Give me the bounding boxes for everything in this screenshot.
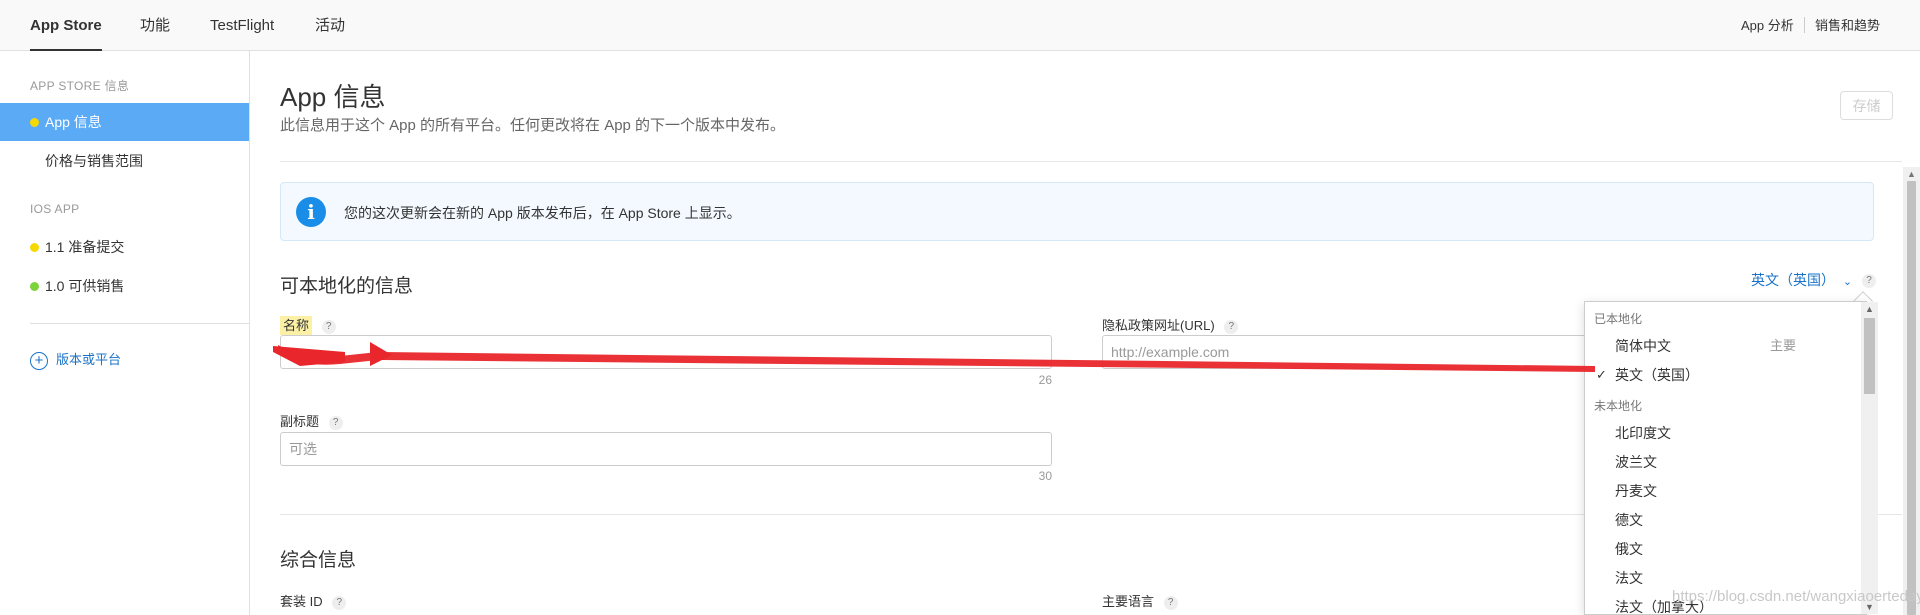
privacy-url-label-text: 隐私政策网址(URL) <box>1102 318 1215 333</box>
language-option-label: 德文 <box>1615 512 1643 528</box>
language-option-label: 丹麦文 <box>1615 483 1657 499</box>
subtitle-label: 副标题 ? <box>280 411 343 430</box>
sidebar-item-label: 1.0 可供销售 <box>45 278 125 294</box>
info-icon: i <box>296 197 326 227</box>
status-dot-icon <box>30 118 39 127</box>
primary-language-label-text: 主要语言 <box>1102 594 1155 609</box>
bundle-id-label-text: 套装 ID <box>280 594 323 609</box>
subtitle-field[interactable] <box>280 432 1052 466</box>
language-option[interactable]: 简体中文 主要 <box>1585 332 1850 360</box>
scrollbar-thumb[interactable] <box>1907 181 1916 615</box>
language-option-label: 简体中文 <box>1615 338 1671 354</box>
dropdown-group-localized: 已本地化 <box>1594 312 1643 326</box>
sidebar-item-app-info[interactable]: App 信息 <box>0 103 249 141</box>
language-option[interactable]: 德文 <box>1585 506 1850 534</box>
sidebar-section-ios-app: IOS APP <box>30 202 80 216</box>
name-label-text: 名称 <box>280 316 313 335</box>
add-version-label: 版本或平台 <box>56 352 122 367</box>
scroll-up-icon[interactable]: ▲ <box>1907 169 1916 179</box>
page-subtitle: 此信息用于这个 App 的所有平台。任何更改将在 App 的下一个版本中发布。 <box>280 117 786 134</box>
checkmark-icon: ✓ <box>1596 367 1607 382</box>
subtitle-label-text: 副标题 <box>280 414 320 429</box>
privacy-url-field[interactable] <box>1102 335 1600 369</box>
language-option-label: 俄文 <box>1615 541 1643 557</box>
sidebar-item-label: 价格与销售范围 <box>45 153 143 169</box>
language-option[interactable]: 丹麦文 <box>1585 477 1850 505</box>
sidebar-item-version-1-1[interactable]: 1.1 准备提交 <box>0 228 249 266</box>
sidebar-divider <box>30 323 249 324</box>
privacy-url-label: 隐私政策网址(URL) ? <box>1102 315 1239 334</box>
general-info-title: 综合信息 <box>280 550 357 571</box>
language-select-label: 英文（英国） <box>1751 272 1835 288</box>
localizable-section-title: 可本地化的信息 <box>280 276 414 297</box>
sales-trends-link[interactable]: 销售和趋势 <box>1815 0 1880 51</box>
sidebar-item-version-1-0[interactable]: 1.0 可供销售 <box>0 267 249 305</box>
help-icon[interactable]: ? <box>332 595 347 610</box>
language-option-label: 波兰文 <box>1615 454 1657 470</box>
status-dot-icon <box>30 282 39 291</box>
language-option[interactable]: 波兰文 <box>1585 448 1850 476</box>
help-icon[interactable]: ? <box>328 415 343 430</box>
help-icon[interactable]: ? <box>1224 319 1239 334</box>
sidebar-item-pricing[interactable]: 价格与销售范围 <box>0 142 249 180</box>
app-analytics-link[interactable]: App 分析 <box>1741 0 1794 51</box>
tab-app-store[interactable]: App Store <box>30 0 102 51</box>
tab-activity[interactable]: 活动 <box>315 0 345 51</box>
language-dropdown: 已本地化 简体中文 主要 ✓ 英文（英国） 未本地化 北印度文 波兰文 丹麦文 … <box>1584 301 1867 615</box>
help-icon[interactable]: ? <box>1163 595 1178 610</box>
info-banner: i 您的这次更新会在新的 App 版本发布后，在 App Store 上显示。 <box>280 182 1874 241</box>
save-button[interactable]: 存储 <box>1840 91 1893 120</box>
language-option[interactable]: 北印度文 <box>1585 419 1850 447</box>
scroll-up-icon[interactable]: ▲ <box>1865 304 1874 314</box>
language-option-label: 北印度文 <box>1615 425 1671 441</box>
dropdown-scrollbar-thumb[interactable] <box>1864 318 1875 394</box>
status-dot-icon <box>30 243 39 252</box>
name-field[interactable] <box>280 335 1052 369</box>
main-scrollbar[interactable]: ▲ <box>1903 167 1920 615</box>
name-label: 名称 ? <box>280 315 336 335</box>
page-title: App 信息 <box>280 82 386 112</box>
language-option-label: 英文（英国） <box>1615 367 1699 383</box>
dropdown-scrollbar[interactable]: ▲ ▼ <box>1861 302 1878 614</box>
name-char-counter: 26 <box>1038 373 1052 387</box>
sidebar-item-label: App 信息 <box>45 114 102 130</box>
watermark: https://blog.csdn.net/wangxiaoertedaye <box>1672 588 1920 605</box>
sidebar: APP STORE 信息 App 信息 价格与销售范围 IOS APP 1.1 … <box>0 51 250 615</box>
subtitle-char-counter: 30 <box>1038 469 1052 483</box>
chevron-down-icon: ⌄ <box>1842 276 1853 288</box>
language-option-label: 法文 <box>1615 570 1643 586</box>
tab-testflight[interactable]: TestFlight <box>210 0 274 51</box>
top-nav: App Store 功能 TestFlight 活动 App 分析 销售和趋势 <box>0 0 1920 51</box>
tab-features[interactable]: 功能 <box>140 0 170 51</box>
language-select[interactable]: 英文（英国） ⌄ ? <box>1751 270 1876 290</box>
primary-language-label: 主要语言 ? <box>1102 591 1178 610</box>
language-option[interactable]: 俄文 <box>1585 535 1850 563</box>
dropdown-group-not-localized: 未本地化 <box>1594 399 1643 413</box>
help-icon[interactable]: ? <box>321 319 336 334</box>
header-divider <box>280 161 1902 162</box>
info-banner-text: 您的这次更新会在新的 App 版本发布后，在 App Store 上显示。 <box>344 205 741 221</box>
bundle-id-label: 套装 ID ? <box>280 591 347 610</box>
sidebar-item-label: 1.1 准备提交 <box>45 239 125 255</box>
sidebar-section-app-store: APP STORE 信息 <box>30 79 130 93</box>
plus-circle-icon: + <box>30 351 48 370</box>
nav-divider <box>1804 17 1805 33</box>
language-option-selected[interactable]: ✓ 英文（英国） <box>1585 361 1850 389</box>
primary-tag: 主要 <box>1770 338 1797 353</box>
help-icon[interactable]: ? <box>1862 274 1876 289</box>
add-version-button[interactable]: + 版本或平台 <box>30 349 121 370</box>
